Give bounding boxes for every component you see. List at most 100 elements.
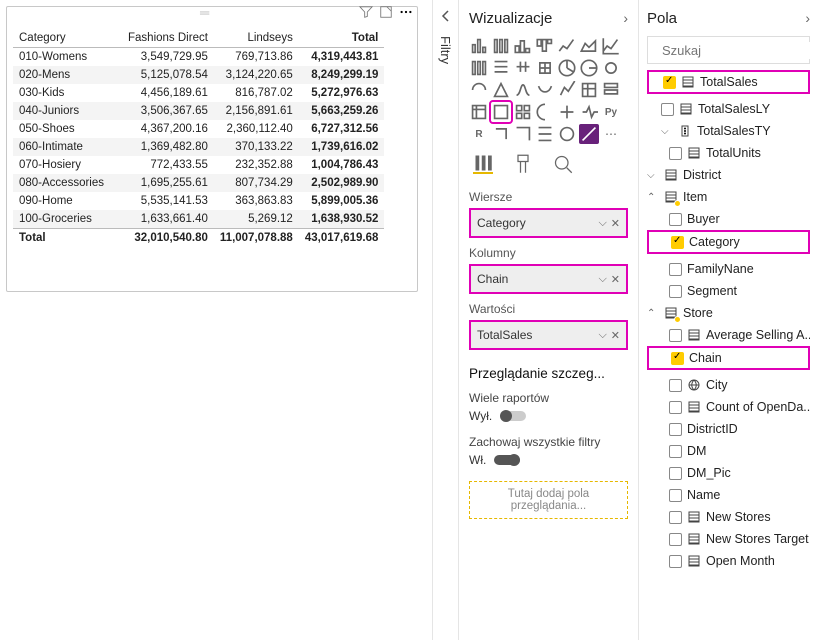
field-item[interactable]: New Stores Target	[647, 528, 810, 550]
field-checkbox[interactable]	[669, 213, 682, 226]
viz-type-icon[interactable]: Py	[601, 102, 621, 122]
remove-icon[interactable]: ✕	[611, 217, 620, 230]
field-item[interactable]: Count of OpenDa...	[647, 396, 810, 418]
field-item[interactable]: FamilyNane	[647, 258, 810, 280]
table-row[interactable]: 010-Womens3,549,729.95769,713.864,319,44…	[13, 48, 384, 67]
field-checkbox[interactable]	[661, 103, 674, 116]
field-item[interactable]: Category	[647, 230, 810, 254]
column-header[interactable]: Category	[13, 29, 122, 48]
focus-icon[interactable]	[379, 5, 393, 23]
field-item[interactable]: DM	[647, 440, 810, 462]
collapse-icon[interactable]: ›	[805, 10, 810, 26]
field-item[interactable]: ⌵TotalSalesTY	[647, 120, 810, 142]
viz-type-icon[interactable]	[535, 80, 555, 100]
viz-type-icon[interactable]	[491, 124, 511, 144]
column-header[interactable]: Fashions Direct	[122, 29, 214, 48]
field-item[interactable]: TotalUnits	[647, 142, 810, 164]
search-input[interactable]	[660, 42, 818, 59]
field-checkbox[interactable]	[671, 236, 684, 249]
viz-type-icon[interactable]: R	[469, 124, 489, 144]
field-item[interactable]: Buyer	[647, 208, 810, 230]
viz-type-icon[interactable]	[535, 58, 555, 78]
field-checkbox[interactable]	[669, 555, 682, 568]
viz-type-icon[interactable]	[557, 124, 577, 144]
cross-report-toggle[interactable]: Wył.	[469, 409, 628, 423]
table-row[interactable]: 030-Kids4,456,189.61816,787.025,272,976.…	[13, 84, 384, 102]
expand-icon[interactable]: ⌵	[661, 126, 673, 137]
drag-grip-icon[interactable]: ═	[200, 11, 224, 15]
remove-icon[interactable]: ✕	[611, 329, 620, 342]
viz-type-icon[interactable]	[491, 80, 511, 100]
field-item[interactable]: TotalSalesLY	[647, 98, 810, 120]
viz-type-icon[interactable]	[513, 36, 533, 56]
viz-type-icon[interactable]	[513, 102, 533, 122]
viz-type-icon[interactable]	[491, 102, 511, 122]
table-header[interactable]: ⌵District	[647, 164, 810, 186]
viz-type-icon[interactable]	[535, 102, 555, 122]
field-checkbox[interactable]	[669, 329, 682, 342]
field-item[interactable]: DM_Pic	[647, 462, 810, 484]
chevron-down-icon[interactable]: ⌵	[598, 217, 606, 230]
viz-type-icon[interactable]	[491, 58, 511, 78]
viz-type-icon[interactable]	[557, 58, 577, 78]
table-header[interactable]: ⌃Item	[647, 186, 810, 208]
keep-filters-toggle[interactable]: Wł.	[469, 453, 628, 467]
fields-search[interactable]	[647, 36, 810, 64]
table-row[interactable]: 040-Juniors3,506,367.652,156,891.615,663…	[13, 102, 384, 120]
table-row[interactable]: 100-Groceries1,633,661.405,269.121,638,9…	[13, 210, 384, 229]
table-row[interactable]: 070-Hosiery772,433.55232,352.881,004,786…	[13, 156, 384, 174]
cols-well[interactable]: Chain ⌵✕	[471, 266, 626, 292]
viz-type-icon[interactable]	[601, 80, 621, 100]
viz-type-icon[interactable]	[557, 102, 577, 122]
table-row[interactable]: 060-Intimate1,369,482.80370,133.221,739,…	[13, 138, 384, 156]
report-canvas[interactable]: ═ CategoryFashions DirectLindseysTotal 0…	[0, 0, 430, 640]
field-checkbox[interactable]	[669, 147, 682, 160]
field-checkbox[interactable]	[663, 76, 676, 89]
field-checkbox[interactable]	[669, 511, 682, 524]
viz-type-icon[interactable]	[601, 36, 621, 56]
viz-type-icon[interactable]	[557, 36, 577, 56]
table-row[interactable]: 090-Home5,535,141.53363,863.835,899,005.…	[13, 192, 384, 210]
field-item[interactable]: Average Selling A...	[647, 324, 810, 346]
field-item[interactable]: DistrictID	[647, 418, 810, 440]
field-item[interactable]: New Stores	[647, 506, 810, 528]
field-checkbox[interactable]	[671, 352, 684, 365]
expand-icon[interactable]: ⌵	[647, 170, 659, 181]
viz-type-icon[interactable]	[513, 80, 533, 100]
field-item[interactable]: Chain	[647, 346, 810, 370]
viz-type-icon[interactable]	[579, 102, 599, 122]
viz-type-icon[interactable]	[513, 124, 533, 144]
expand-icon[interactable]: ⌃	[647, 308, 659, 319]
vals-well[interactable]: TotalSales ⌵✕	[471, 322, 626, 348]
field-item[interactable]: TotalSales	[647, 70, 810, 94]
column-header[interactable]: Total	[299, 29, 385, 48]
viz-type-icon[interactable]	[469, 58, 489, 78]
viz-type-icon[interactable]	[601, 58, 621, 78]
fields-tab[interactable]	[473, 154, 493, 174]
rows-well[interactable]: Category ⌵✕	[471, 210, 626, 236]
viz-type-icon[interactable]	[579, 124, 599, 144]
field-checkbox[interactable]	[669, 467, 682, 480]
viz-type-icon[interactable]	[535, 124, 555, 144]
viz-type-icon[interactable]	[469, 80, 489, 100]
filters-pane-collapsed[interactable]: Filtry	[432, 0, 458, 640]
viz-type-icon[interactable]	[469, 36, 489, 56]
chevron-down-icon[interactable]: ⌵	[598, 329, 606, 342]
field-item[interactable]: Name	[647, 484, 810, 506]
field-checkbox[interactable]	[669, 445, 682, 458]
field-checkbox[interactable]	[669, 263, 682, 276]
matrix-visual[interactable]: ═ CategoryFashions DirectLindseysTotal 0…	[6, 6, 418, 292]
field-checkbox[interactable]	[669, 379, 682, 392]
viz-type-icon[interactable]	[535, 36, 555, 56]
field-checkbox[interactable]	[669, 285, 682, 298]
table-row[interactable]: 020-Mens5,125,078.543,124,220.658,249,29…	[13, 66, 384, 84]
table-row[interactable]: 080-Accessories1,695,255.61807,734.292,5…	[13, 174, 384, 192]
viz-type-icon[interactable]	[491, 36, 511, 56]
viz-type-icon[interactable]	[579, 58, 599, 78]
viz-type-icon[interactable]	[513, 58, 533, 78]
column-header[interactable]: Lindseys	[214, 29, 299, 48]
remove-icon[interactable]: ✕	[611, 273, 620, 286]
field-item[interactable]: Open Month	[647, 550, 810, 572]
table-row[interactable]: 050-Shoes4,367,200.162,360,112.406,727,3…	[13, 120, 384, 138]
chevron-down-icon[interactable]: ⌵	[598, 273, 606, 286]
